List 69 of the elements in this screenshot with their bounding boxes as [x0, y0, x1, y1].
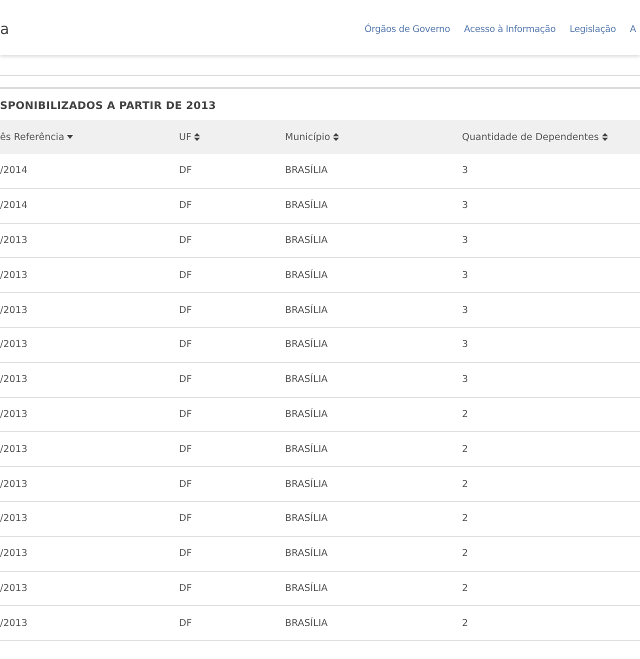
nav-link[interactable]: Legislação: [570, 24, 616, 35]
column-header[interactable]: Município: [285, 132, 330, 142]
sort-icon[interactable]: [602, 133, 608, 141]
table-cell: 2: [462, 513, 468, 524]
table-cell: DF: [179, 444, 192, 455]
sort-icon[interactable]: [194, 133, 200, 141]
table-cell: BRASÍLIA: [285, 478, 328, 490]
table-cell: BRASÍLIA: [285, 582, 328, 594]
table-cell: /2014: [0, 200, 28, 212]
sort-descending-icon[interactable]: [67, 135, 74, 139]
site-title: a: [0, 18, 10, 38]
table-cell: 2: [462, 548, 468, 560]
sort-icon[interactable]: [333, 133, 340, 141]
table-cell: BRASÍLIA: [285, 165, 328, 176]
table-cell: BRASÍLIA: [285, 444, 328, 455]
table-cell: DF: [179, 478, 192, 490]
table-cell: 3: [462, 339, 468, 350]
table-cell: DF: [179, 408, 192, 420]
table-cell: /2013: [0, 478, 28, 490]
column-header[interactable]: ês Referência: [0, 132, 64, 142]
table-cell: BRASÍLIA: [285, 234, 328, 246]
table-cell: /2014: [0, 165, 28, 176]
nav-link[interactable]: Órgãos de Governo: [364, 24, 450, 35]
table-cell: BRASÍLIA: [285, 374, 328, 386]
table-cell: BRASÍLIA: [285, 408, 328, 420]
table-cell: 3: [462, 270, 468, 281]
table-cell: BRASÍLIA: [285, 270, 328, 281]
table-cell: DF: [179, 618, 192, 629]
section-title: SPONIBILIZADOS A PARTIR DE 2013: [0, 99, 218, 114]
table-cell: 2: [462, 618, 468, 629]
table-cell: DF: [179, 582, 192, 594]
table-cell: 2: [462, 408, 468, 420]
table-cell: DF: [179, 270, 192, 281]
table-cell: BRASÍLIA: [285, 548, 328, 560]
table-cell: /2013: [0, 408, 28, 420]
table-cell: 2: [462, 444, 468, 455]
table-cell: /2013: [0, 618, 28, 629]
table-cell: DF: [179, 304, 192, 316]
table-cell: DF: [179, 513, 192, 524]
table-cell: DF: [179, 200, 192, 212]
table-cell: DF: [179, 548, 192, 560]
table-cell: 3: [462, 304, 468, 316]
table-cell: BRASÍLIA: [285, 618, 328, 629]
table-cell: 3: [462, 200, 468, 212]
table-cell: /2013: [0, 444, 28, 455]
table-cell: 3: [462, 374, 468, 386]
table-cell: 3: [462, 165, 468, 176]
table-cell: BRASÍLIA: [285, 304, 328, 316]
table-cell: DF: [179, 339, 192, 350]
nav-link[interactable]: A: [630, 24, 636, 35]
table-cell: /2013: [0, 270, 28, 281]
table-cell: /2013: [0, 339, 28, 350]
table-cell: /2013: [0, 548, 28, 560]
table-cell: BRASÍLIA: [285, 339, 328, 350]
table-cell: /2013: [0, 513, 28, 524]
table-cell: /2013: [0, 234, 28, 246]
table-cell: BRASÍLIA: [285, 513, 328, 524]
table-cell: /2013: [0, 582, 28, 594]
table-cell: 2: [462, 582, 468, 594]
table-cell: DF: [179, 374, 192, 386]
table-cell: BRASÍLIA: [285, 200, 328, 212]
nav-link[interactable]: Acesso à Informação: [464, 24, 556, 35]
table-cell: 2: [462, 478, 468, 490]
table-cell: DF: [179, 234, 192, 246]
table-cell: /2013: [0, 374, 28, 386]
table-cell: /2013: [0, 304, 28, 316]
table-cell: 3: [462, 234, 468, 246]
column-header[interactable]: UF: [179, 132, 192, 142]
table-cell: DF: [179, 165, 192, 176]
